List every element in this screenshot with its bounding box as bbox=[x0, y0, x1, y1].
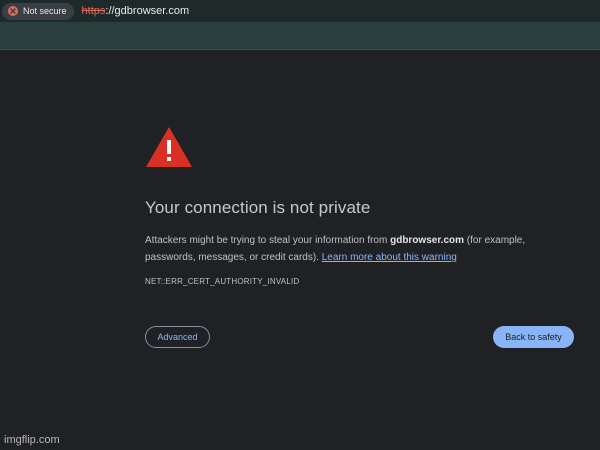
advanced-button[interactable]: Advanced bbox=[145, 326, 210, 348]
url-host: ://gdbrowser.com bbox=[105, 5, 190, 17]
back-to-safety-button[interactable]: Back to safety bbox=[493, 326, 574, 348]
url-text[interactable]: https://gdbrowser.com bbox=[82, 5, 190, 17]
url-scheme: https bbox=[81, 5, 106, 17]
not-secure-icon bbox=[7, 5, 19, 17]
security-chip[interactable]: Not secure bbox=[2, 2, 74, 20]
domain-name: gdbrowser.com bbox=[390, 235, 465, 246]
learn-more-link[interactable]: Learn more about this warning bbox=[322, 252, 457, 263]
description-text: Attackers might be trying to steal your … bbox=[145, 235, 391, 246]
security-label: Not secure bbox=[23, 6, 67, 16]
warning-triangle-icon bbox=[145, 126, 193, 168]
error-code: NET::ERR_CERT_AUTHORITY_INVALID bbox=[145, 277, 300, 286]
page-title: Your connection is not private bbox=[145, 198, 371, 217]
watermark: imgflip.com bbox=[4, 434, 60, 446]
interstitial-page: Your connection is not private Attackers… bbox=[0, 50, 600, 450]
warning-description: Attackers might be trying to steal your … bbox=[145, 232, 565, 266]
address-bar[interactable]: Not secure https://gdbrowser.com bbox=[0, 0, 600, 22]
toolbar-strip bbox=[0, 22, 600, 50]
